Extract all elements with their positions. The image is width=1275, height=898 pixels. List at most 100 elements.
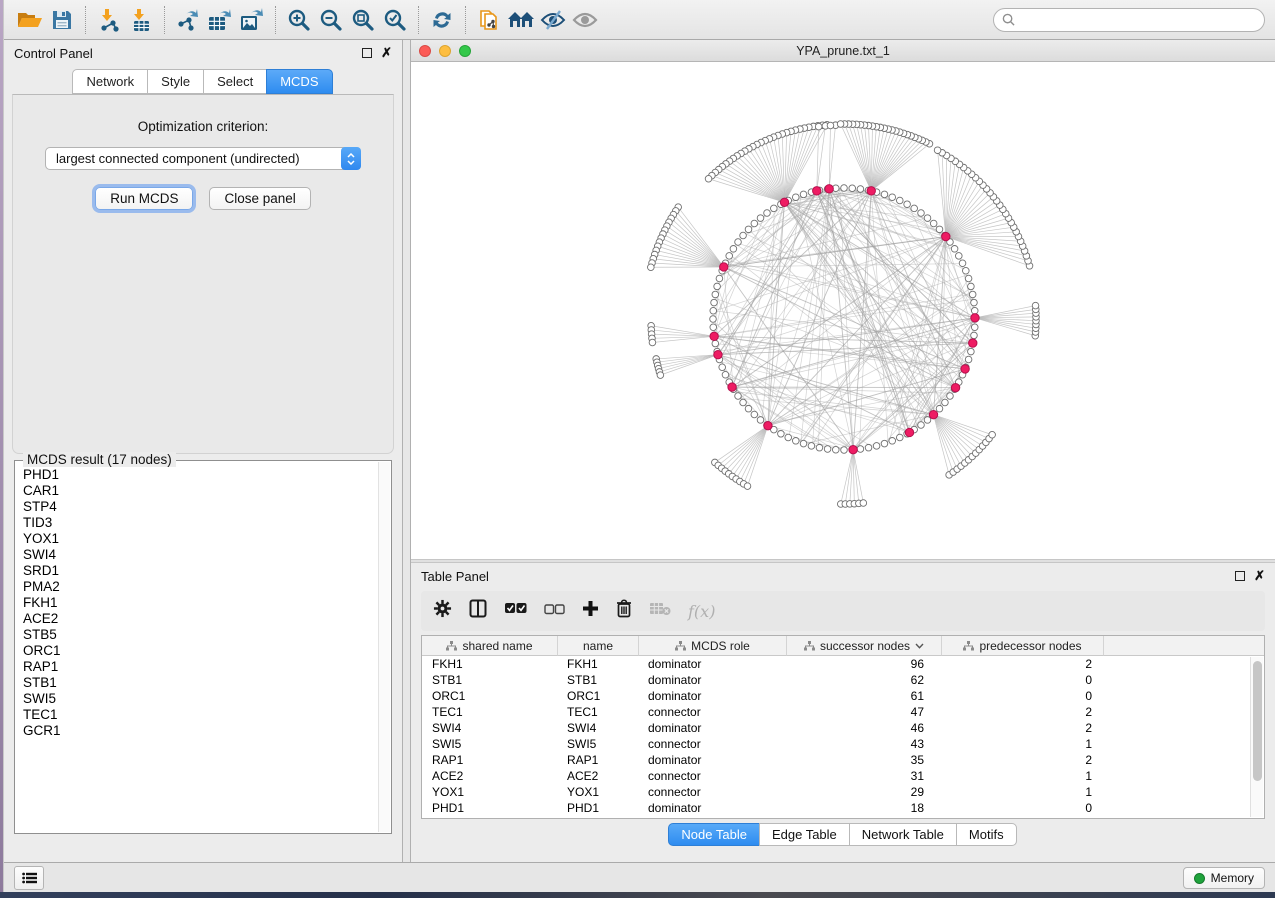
close-panel-icon[interactable]: ✗ xyxy=(381,48,392,58)
tab-edge-table[interactable]: Edge Table xyxy=(759,823,850,846)
export-table-button[interactable] xyxy=(204,5,236,35)
table-settings-button[interactable] xyxy=(433,599,452,623)
save-session-button[interactable] xyxy=(46,5,78,35)
table-row[interactable]: PHD1PHD1dominator180 xyxy=(422,800,1264,816)
float-panel-icon[interactable] xyxy=(362,48,372,58)
table-tabs: Node Table Edge Table Network Table Moti… xyxy=(411,819,1275,849)
mcds-result-item[interactable]: YOX1 xyxy=(16,531,377,547)
apply-function-button[interactable]: f(x) xyxy=(688,602,715,621)
mcds-result-item[interactable]: SWI5 xyxy=(16,691,377,707)
mcds-result-item[interactable]: ACE2 xyxy=(16,611,377,627)
mcds-result-item[interactable]: RAP1 xyxy=(16,659,377,675)
dropdown-stepper-icon xyxy=(341,147,361,170)
tab-network-table[interactable]: Network Table xyxy=(849,823,957,846)
close-panel-icon[interactable]: ✗ xyxy=(1254,571,1265,581)
copy-network-icon xyxy=(477,8,501,32)
close-panel-button[interactable]: Close panel xyxy=(209,187,310,210)
network-window-titlebar[interactable]: YPA_prune.txt_1 xyxy=(411,40,1275,62)
column-header-successor-nodes[interactable]: successor nodes xyxy=(787,636,942,656)
toolbar-separator xyxy=(465,6,466,34)
table-cell: FKH1 xyxy=(558,656,639,672)
table-row[interactable]: ORC1ORC1dominator610 xyxy=(422,688,1264,704)
mcds-list-scrollbar[interactable] xyxy=(378,462,390,832)
network-graph[interactable] xyxy=(411,62,1275,559)
table-scrollbar-thumb[interactable] xyxy=(1253,661,1262,781)
table-row[interactable]: STB1STB1dominator620 xyxy=(422,672,1264,688)
delete-column-button[interactable] xyxy=(616,599,632,623)
mcds-result-item[interactable]: GCR1 xyxy=(16,723,377,739)
table-row[interactable]: ACE2ACE2connector311 xyxy=(422,768,1264,784)
copy-network-button[interactable] xyxy=(473,5,505,35)
tab-node-table[interactable]: Node Table xyxy=(668,823,760,846)
run-mcds-button[interactable]: Run MCDS xyxy=(95,187,193,210)
mcds-result-item[interactable]: TID3 xyxy=(16,515,377,531)
export-table-icon xyxy=(207,8,233,32)
gear-icon xyxy=(433,599,452,618)
zoom-out-button[interactable] xyxy=(315,5,347,35)
mcds-result-item[interactable]: PHD1 xyxy=(16,467,377,483)
panel-list-button[interactable] xyxy=(14,866,44,890)
column-header-predecessor-nodes[interactable]: predecessor nodes xyxy=(942,636,1104,656)
table-cell: STB1 xyxy=(558,672,639,688)
table-cell: FKH1 xyxy=(422,656,558,672)
export-image-button[interactable] xyxy=(236,5,268,35)
table-row[interactable]: RAP1RAP1dominator352 xyxy=(422,752,1264,768)
import-table-button[interactable] xyxy=(125,5,157,35)
mcds-result-item[interactable]: STB1 xyxy=(16,675,377,691)
mcds-result-item[interactable]: TEC1 xyxy=(16,707,377,723)
table-cell: 31 xyxy=(787,768,942,784)
hide-selected-button[interactable] xyxy=(537,5,569,35)
show-columns-button[interactable] xyxy=(469,599,487,623)
mcds-result-item[interactable]: STP4 xyxy=(16,499,377,515)
search-icon xyxy=(1002,13,1015,26)
import-network-button[interactable] xyxy=(93,5,125,35)
table-row[interactable]: FKH1FKH1dominator962 xyxy=(422,656,1264,672)
float-panel-icon[interactable] xyxy=(1235,571,1245,581)
mcds-result-item[interactable]: FKH1 xyxy=(16,595,377,611)
select-all-button[interactable] xyxy=(504,602,527,620)
tab-motifs[interactable]: Motifs xyxy=(956,823,1017,846)
show-all-button[interactable] xyxy=(569,5,601,35)
zoom-fit-button[interactable] xyxy=(347,5,379,35)
table-header-row: shared namenameMCDS rolesuccessor nodesp… xyxy=(422,636,1264,656)
table-row[interactable]: TEC1TEC1connector472 xyxy=(422,704,1264,720)
column-header-name[interactable]: name xyxy=(558,636,639,656)
mcds-result-item[interactable]: SRD1 xyxy=(16,563,377,579)
tab-select[interactable]: Select xyxy=(203,69,267,94)
vertical-splitter[interactable] xyxy=(402,40,411,862)
zoom-in-button[interactable] xyxy=(283,5,315,35)
home-button[interactable] xyxy=(505,5,537,35)
table-row[interactable]: YOX1YOX1connector291 xyxy=(422,784,1264,800)
open-session-button[interactable] xyxy=(14,5,46,35)
tab-mcds[interactable]: MCDS xyxy=(266,69,332,94)
mcds-result-item[interactable]: PMA2 xyxy=(16,579,377,595)
mcds-result-item[interactable]: ORC1 xyxy=(16,643,377,659)
table-row[interactable]: SWI4SWI4dominator462 xyxy=(422,720,1264,736)
table-scrollbar[interactable] xyxy=(1250,657,1263,817)
tab-network[interactable]: Network xyxy=(72,69,148,94)
table-cell: 35 xyxy=(787,752,942,768)
criterion-dropdown[interactable]: largest connected component (undirected) xyxy=(45,147,361,170)
deselect-all-button[interactable] xyxy=(544,602,565,620)
mcds-result-item[interactable]: STB5 xyxy=(16,627,377,643)
column-header-mcds-role[interactable]: MCDS role xyxy=(639,636,787,656)
table-cell-filler xyxy=(1104,768,1264,784)
table-cell: YOX1 xyxy=(558,784,639,800)
table-cell: SWI5 xyxy=(422,736,558,752)
table-row[interactable]: SWI5SWI5connector431 xyxy=(422,736,1264,752)
delete-table-button[interactable] xyxy=(649,601,671,621)
refresh-button[interactable] xyxy=(426,5,458,35)
zoom-selected-button[interactable] xyxy=(379,5,411,35)
network-canvas[interactable] xyxy=(411,62,1275,559)
memory-button[interactable]: Memory xyxy=(1183,867,1265,889)
tab-style[interactable]: Style xyxy=(147,69,204,94)
mcds-result-list[interactable]: PHD1CAR1STP4TID3YOX1SWI4SRD1PMA2FKH1ACE2… xyxy=(16,467,377,832)
search-input[interactable] xyxy=(1021,13,1256,27)
add-column-button[interactable] xyxy=(582,600,599,622)
table-cell: dominator xyxy=(639,720,787,736)
export-network-button[interactable] xyxy=(172,5,204,35)
column-header-shared-name[interactable]: shared name xyxy=(422,636,558,656)
mcds-result-item[interactable]: CAR1 xyxy=(16,483,377,499)
mcds-result-item[interactable]: SWI4 xyxy=(16,547,377,563)
search-field[interactable] xyxy=(993,8,1265,32)
